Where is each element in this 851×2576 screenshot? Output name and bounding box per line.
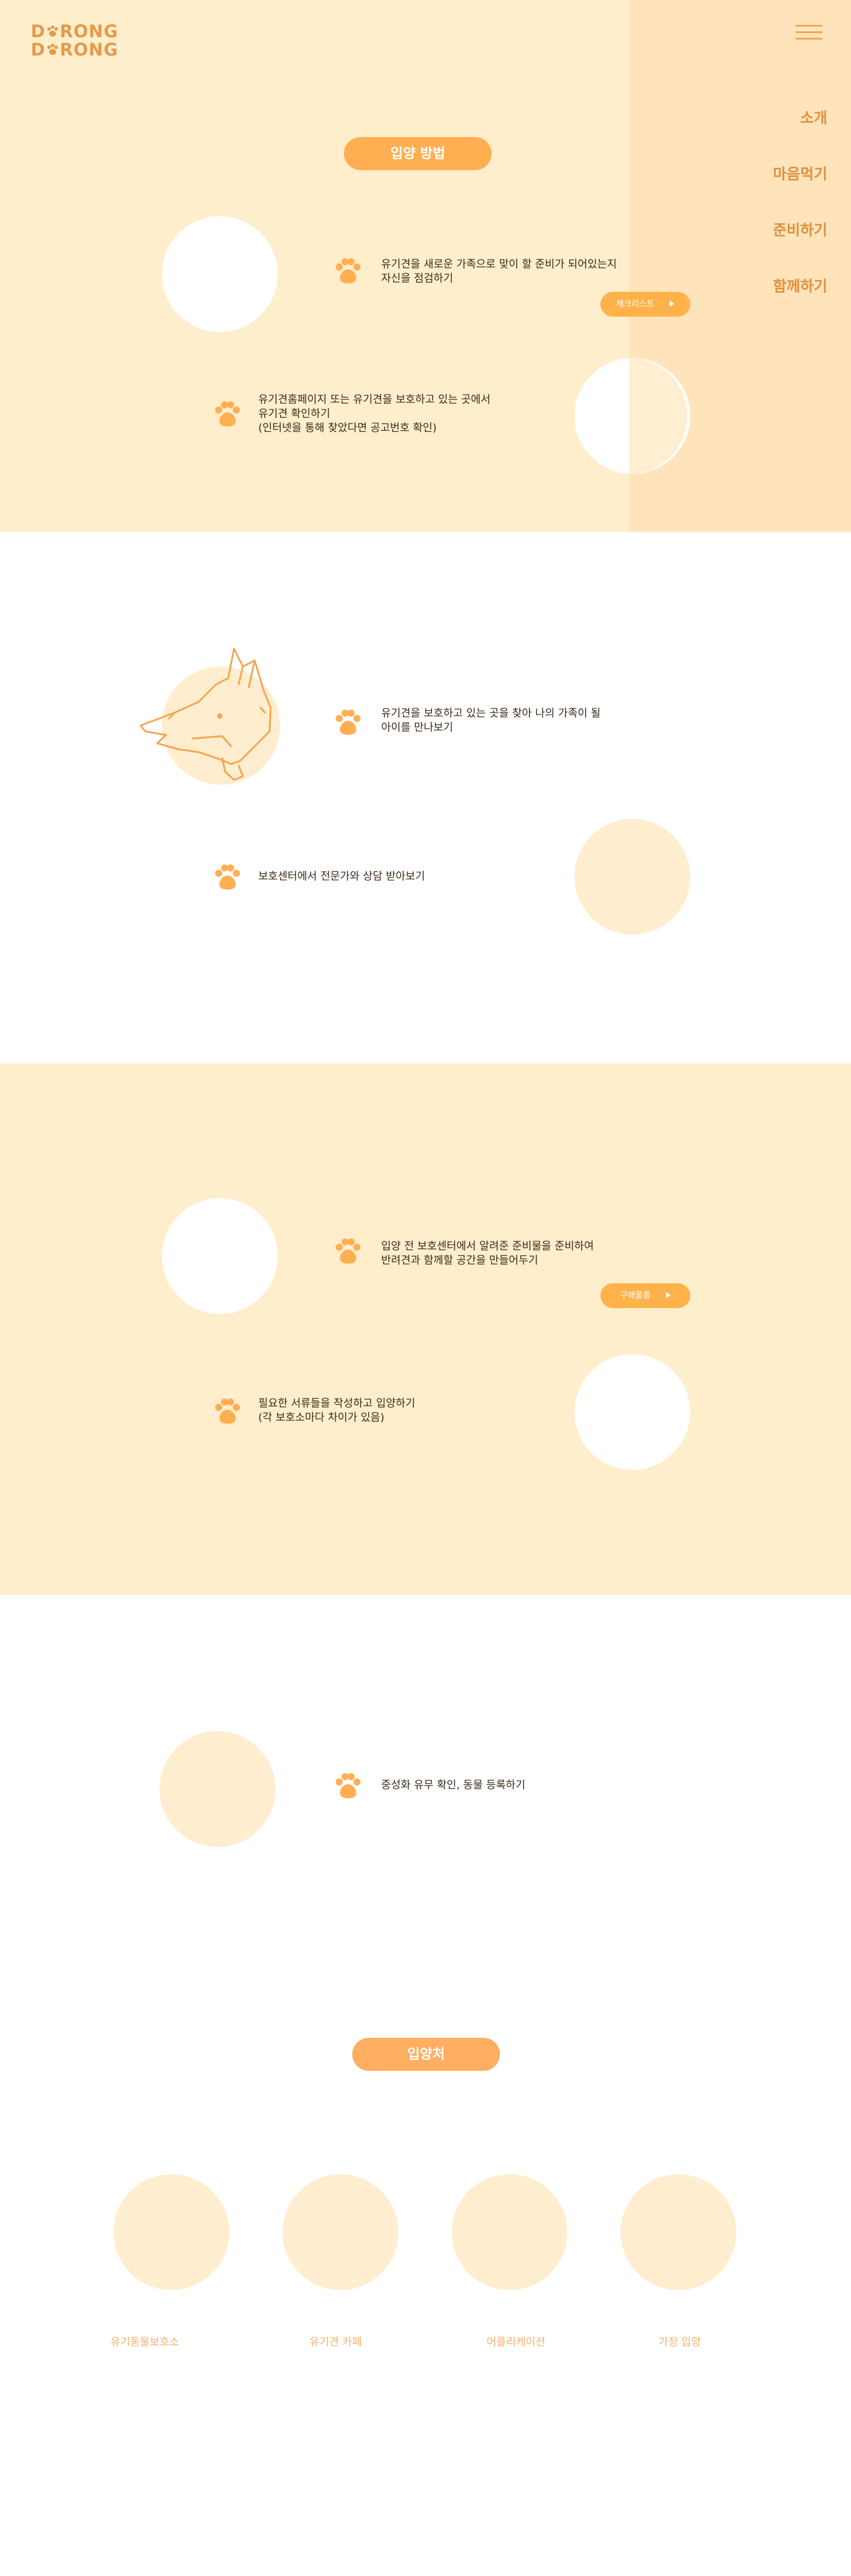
place-label-app[interactable]: 어플리케이션 xyxy=(457,2334,575,2349)
step-7-text: 중성화 유무 확인, 동물 등록하기 xyxy=(381,1779,525,1791)
adoption-title: 입양처 xyxy=(352,2038,500,2071)
nav-item-decide[interactable]: 마음먹기 xyxy=(773,162,827,184)
step-image-placeholder xyxy=(162,216,278,332)
checklist-button[interactable]: 체크리스트 xyxy=(600,292,690,317)
step-3-text: 유기견을 보호하고 있는 곳을 찾아 나의 가족이 될 아이를 만나보기 xyxy=(381,707,601,734)
dog-head-icon xyxy=(139,648,280,785)
paw-icon xyxy=(336,258,360,284)
paw-icon xyxy=(215,1398,240,1424)
paw-icon xyxy=(336,1238,360,1264)
section-title: 입양 방법 xyxy=(344,137,492,170)
step-1-text: 유기견을 새로운 가족으로 맞이 할 준비가 되어있는지 자신을 점검하기 xyxy=(381,258,617,285)
paw-icon xyxy=(336,1773,360,1798)
logo-paw-icon xyxy=(47,25,59,37)
place-label-shelter[interactable]: 유기동물보호소 xyxy=(86,2334,204,2349)
steps-band-3 xyxy=(0,1063,851,1595)
place-label-home[interactable]: 가정 입양 xyxy=(621,2334,739,2349)
step-5-text: 입양 전 보호센터에서 알려준 준비물을 준비하여 반려견과 함께할 공간을 만들… xyxy=(381,1240,594,1267)
supplies-button[interactable]: 구매물품 xyxy=(600,1283,690,1308)
nav-item-intro[interactable]: 소개 xyxy=(800,106,827,128)
step-2-text: 유기견홈페이지 또는 유기견을 보호하고 있는 곳에서 유기견 확인하기 (인터넷을… xyxy=(258,393,491,434)
nav-item-prepare[interactable]: 준비하기 xyxy=(773,219,827,240)
paw-icon xyxy=(336,710,360,735)
nav-item-together[interactable]: 함께하기 xyxy=(773,275,827,296)
step-image-placeholder xyxy=(574,358,690,474)
place-label-cafe[interactable]: 유기견 카페 xyxy=(277,2334,395,2349)
play-icon xyxy=(670,301,675,307)
place-circle-home[interactable] xyxy=(621,2174,736,2290)
place-circle-shelter[interactable] xyxy=(113,2174,229,2290)
logo[interactable]: D RONG D RONG xyxy=(31,22,118,59)
step-image-placeholder xyxy=(162,1198,278,1314)
place-circle-app[interactable] xyxy=(452,2174,567,2290)
place-circle-cafe[interactable] xyxy=(282,2174,398,2290)
step-image-placeholder xyxy=(574,819,690,935)
logo-paw-icon xyxy=(47,44,59,55)
step-4-text: 보호센터에서 전문가와 상담 받아보기 xyxy=(258,870,426,883)
step-image-placeholder xyxy=(160,1731,275,1847)
step-6-text: 필요한 서류들을 작성하고 입양하기 (각 보호소마다 차이가 있음) xyxy=(258,1397,415,1424)
step-image-placeholder xyxy=(574,1354,690,1470)
paw-icon xyxy=(215,401,240,427)
hamburger-icon[interactable] xyxy=(795,25,823,40)
play-icon xyxy=(665,1292,671,1298)
paw-icon xyxy=(215,864,240,890)
